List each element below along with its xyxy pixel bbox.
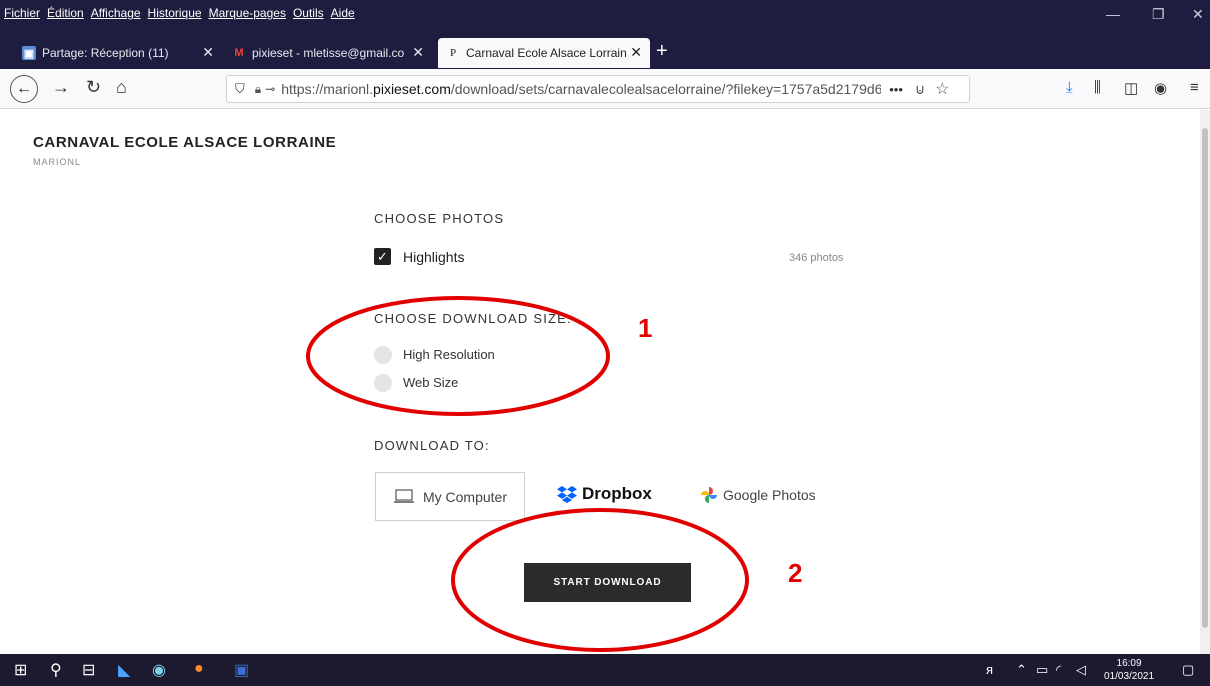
word-icon[interactable]: ▣: [234, 660, 249, 680]
app-icon[interactable]: ◣: [118, 660, 130, 680]
annotation-number-1: 1: [638, 313, 653, 343]
clock-time: 16:09: [1116, 658, 1142, 669]
clock-date: 01/03/2021: [1104, 671, 1155, 682]
annotation-ellipse-button: [451, 508, 749, 652]
system-clock[interactable]: 16:09 01/03/2021: [1104, 657, 1154, 683]
windows-taskbar: ⊞ ⚲ ⊟ ◣ ◉ ● ▣ ᴙ ⌃ ▭ ◜ ◁ 16:09 01/03/2021…: [0, 654, 1210, 686]
firefox-icon[interactable]: ●: [194, 660, 204, 678]
annotation-number-2: 2: [788, 558, 803, 588]
windows-start-icon[interactable]: ⊞: [14, 660, 27, 680]
chevron-up-icon[interactable]: ⌃: [1016, 662, 1027, 678]
people-icon[interactable]: ᴙ: [986, 662, 993, 677]
browser-icon[interactable]: ◉: [152, 660, 166, 680]
volume-icon[interactable]: ◁: [1076, 662, 1086, 678]
battery-icon[interactable]: ▭: [1036, 662, 1048, 678]
search-icon[interactable]: ⚲: [50, 660, 62, 680]
annotation-overlay: [306, 296, 749, 652]
annotation-ellipse-size: [306, 296, 610, 416]
notification-icon[interactable]: ▢: [1182, 662, 1194, 678]
task-view-icon[interactable]: ⊟: [82, 660, 95, 680]
wifi-icon[interactable]: ◜: [1056, 662, 1061, 678]
